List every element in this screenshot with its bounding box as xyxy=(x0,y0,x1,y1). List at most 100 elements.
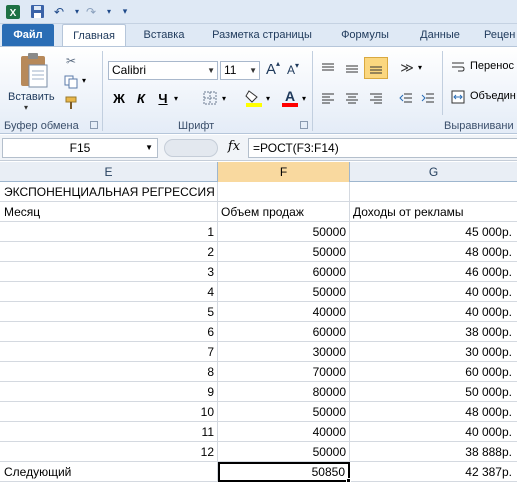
tab-page-layout[interactable]: Разметка страницы xyxy=(202,24,322,46)
cell-g[interactable] xyxy=(350,182,517,202)
tab-review[interactable]: Рецен xyxy=(484,24,517,46)
cell-f[interactable]: 50000 xyxy=(218,282,350,302)
align-bottom-icon[interactable] xyxy=(364,57,388,79)
cell-f[interactable]: 50000 xyxy=(218,222,350,242)
cell-f[interactable]: 60000 xyxy=(218,322,350,342)
cell-e[interactable]: ЭКСПОНЕНЦИАЛЬНАЯ РЕГРЕССИЯ xyxy=(0,182,218,202)
paste-dropdown-icon[interactable]: ▾ xyxy=(24,103,28,112)
cell-f[interactable]: 30000 xyxy=(218,342,350,362)
format-painter-icon[interactable] xyxy=(62,95,80,111)
name-box[interactable]: F15 ▼ xyxy=(2,138,158,158)
cell-g[interactable]: 50 000р. xyxy=(350,382,517,402)
cut-icon[interactable]: ✂ xyxy=(62,53,80,69)
cell-f[interactable]: 40000 xyxy=(218,302,350,322)
copy-icon[interactable] xyxy=(62,74,80,90)
cell-e[interactable]: Следующий xyxy=(0,462,218,482)
orientation-icon[interactable]: ≫ xyxy=(396,59,418,77)
cell-e[interactable]: 3 xyxy=(0,262,218,282)
cell-g[interactable]: 48 000р. xyxy=(350,242,517,262)
cell-g[interactable]: 38 000р. xyxy=(350,322,517,342)
align-middle-icon[interactable] xyxy=(342,59,362,77)
merge-center-label[interactable]: Объедин xyxy=(470,90,516,102)
orientation-dropdown-icon[interactable]: ▾ xyxy=(418,63,422,72)
decrease-indent-icon[interactable] xyxy=(396,89,416,107)
cell-f[interactable]: 70000 xyxy=(218,362,350,382)
font-color-dropdown-icon[interactable]: ▾ xyxy=(302,94,306,103)
cell-e[interactable]: 1 xyxy=(0,222,218,242)
name-box-splitter[interactable] xyxy=(164,139,218,157)
font-name-select[interactable]: Calibri ▼ xyxy=(108,61,218,80)
clipboard-launcher-icon[interactable] xyxy=(90,121,98,129)
align-left-icon[interactable] xyxy=(318,89,338,107)
paste-label[interactable]: Вставить xyxy=(8,91,55,103)
redo-icon[interactable]: ↷ xyxy=(82,3,100,20)
cell-f[interactable] xyxy=(218,182,350,202)
tab-insert[interactable]: Вставка xyxy=(134,24,194,46)
align-center-icon[interactable] xyxy=(342,89,362,107)
cell-e[interactable]: 9 xyxy=(0,382,218,402)
copy-dropdown-icon[interactable]: ▾ xyxy=(82,76,86,85)
cell-g[interactable]: 38 888р. xyxy=(350,442,517,462)
column-header-g[interactable]: G xyxy=(350,162,517,182)
cell-e[interactable]: 5 xyxy=(0,302,218,322)
cell-f[interactable]: 80000 xyxy=(218,382,350,402)
cell-g[interactable]: 60 000р. xyxy=(350,362,517,382)
active-cell[interactable]: 50850 xyxy=(218,462,350,482)
formula-input[interactable]: =РОСТ(F3:F14) xyxy=(248,138,517,158)
cell-e[interactable]: 7 xyxy=(0,342,218,362)
wrap-text-icon[interactable] xyxy=(450,59,466,75)
align-right-icon[interactable] xyxy=(366,89,386,107)
tab-formulas[interactable]: Формулы xyxy=(334,24,396,46)
customize-icon[interactable]: ▾ xyxy=(116,3,134,20)
save-icon[interactable] xyxy=(28,3,46,20)
cell-f[interactable]: Объем продаж xyxy=(218,202,350,222)
italic-button[interactable]: К xyxy=(132,89,150,107)
cell-g[interactable]: 30 000р. xyxy=(350,342,517,362)
tab-data[interactable]: Данные xyxy=(408,24,472,46)
tab-file[interactable]: Файл xyxy=(2,24,54,46)
tab-home[interactable]: Главная xyxy=(62,24,126,46)
font-size-select[interactable]: 11 ▼ xyxy=(220,61,260,80)
cell-f[interactable]: 50000 xyxy=(218,242,350,262)
grow-font-button[interactable]: A ▴ xyxy=(264,59,282,79)
cell-e[interactable]: Месяц xyxy=(0,202,218,222)
fill-color-dropdown-icon[interactable]: ▾ xyxy=(266,94,270,103)
cell-e[interactable]: 8 xyxy=(0,362,218,382)
cell-f[interactable]: 40000 xyxy=(218,422,350,442)
fill-handle[interactable] xyxy=(346,478,351,483)
cell-g[interactable]: 42 387р. xyxy=(350,462,517,482)
cell-g[interactable]: 40 000р. xyxy=(350,302,517,322)
increase-indent-icon[interactable] xyxy=(418,89,438,107)
cell-e[interactable]: 6 xyxy=(0,322,218,342)
cell-e[interactable]: 4 xyxy=(0,282,218,302)
column-header-e[interactable]: E xyxy=(0,162,218,182)
undo-icon[interactable]: ↶ xyxy=(50,3,68,20)
wrap-text-label[interactable]: Перенос xyxy=(470,60,514,72)
merge-center-icon[interactable] xyxy=(450,89,466,105)
cell-e[interactable]: 10 xyxy=(0,402,218,422)
font-color-button[interactable]: A xyxy=(280,87,300,109)
cell-g[interactable]: 45 000р. xyxy=(350,222,517,242)
cell-g[interactable]: Доходы от рекламы xyxy=(350,202,517,222)
cell-g[interactable]: 46 000р. xyxy=(350,262,517,282)
insert-function-icon[interactable]: fx xyxy=(224,139,244,157)
paste-button[interactable] xyxy=(14,51,54,89)
cell-g[interactable]: 40 000р. xyxy=(350,422,517,442)
bold-button[interactable]: Ж xyxy=(110,89,128,107)
underline-button[interactable]: Ч xyxy=(154,89,172,107)
cell-e[interactable]: 11 xyxy=(0,422,218,442)
cell-g[interactable]: 48 000р. xyxy=(350,402,517,422)
underline-dropdown-icon[interactable]: ▾ xyxy=(174,94,178,103)
borders-icon[interactable] xyxy=(200,89,220,107)
cell-e[interactable]: 2 xyxy=(0,242,218,262)
cell-f[interactable]: 50000 xyxy=(218,442,350,462)
cell-e[interactable]: 12 xyxy=(0,442,218,462)
fill-color-button[interactable] xyxy=(244,87,264,109)
align-top-icon[interactable] xyxy=(318,59,338,77)
shrink-font-button[interactable]: A ▾ xyxy=(284,61,302,79)
borders-dropdown-icon[interactable]: ▾ xyxy=(222,94,226,103)
cell-f[interactable]: 60000 xyxy=(218,262,350,282)
cell-g[interactable]: 40 000р. xyxy=(350,282,517,302)
font-launcher-icon[interactable] xyxy=(300,121,308,129)
cell-f[interactable]: 50000 xyxy=(218,402,350,422)
